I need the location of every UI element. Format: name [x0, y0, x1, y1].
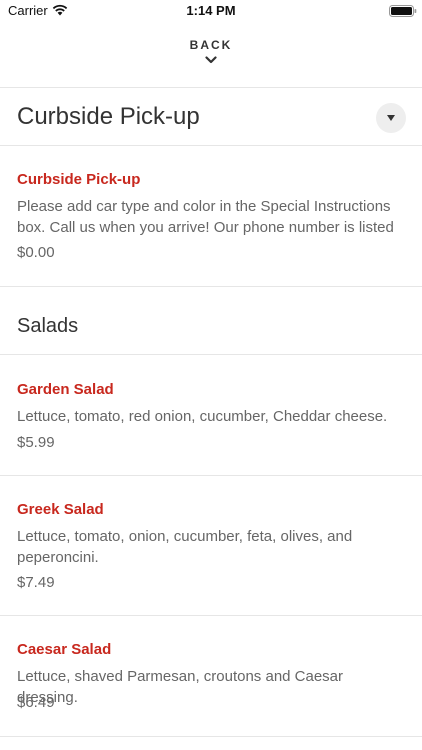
menu-item-caesar-salad[interactable]: Caesar Salad Lettuce, shaved Parmesan, c…	[0, 616, 422, 737]
item-price: $5.99	[17, 434, 55, 451]
nav-bar: BACK	[0, 24, 422, 88]
item-description: Lettuce, tomato, onion, cucumber, feta, …	[17, 528, 353, 566]
item-price: $6.49	[17, 694, 55, 711]
item-name: Garden Salad	[17, 381, 114, 398]
section-header-curbside: Curbside Pick-up	[0, 88, 422, 146]
item-description: Lettuce, tomato, red onion, cucumber, Ch…	[17, 408, 388, 425]
menu-item-greek-salad[interactable]: Greek Salad Lettuce, tomato, onion, cucu…	[0, 476, 422, 616]
item-price: $7.49	[17, 574, 55, 591]
section-header-salads: Salads	[0, 287, 422, 355]
chevron-down-icon	[205, 56, 217, 64]
section-title: Curbside Pick-up	[17, 103, 200, 130]
item-description: Please add car type and color in the Spe…	[17, 198, 394, 236]
section-title: Salads	[17, 315, 79, 337]
status-time: 1:14 PM	[186, 3, 236, 18]
item-price: $0.00	[17, 244, 55, 261]
caret-down-icon	[387, 115, 395, 121]
back-button[interactable]: BACK	[161, 38, 261, 78]
item-description: Lettuce, shaved Parmesan, croutons and C…	[17, 668, 344, 706]
back-label: BACK	[189, 38, 233, 52]
menu-item-curbside-pickup[interactable]: Curbside Pick-up Please add car type and…	[0, 146, 422, 287]
item-name: Curbside Pick-up	[17, 171, 141, 188]
battery-icon	[389, 5, 417, 17]
section-toggle-button[interactable]	[376, 103, 406, 133]
item-name: Greek Salad	[17, 501, 104, 518]
status-bar: Carrier 1:14 PM	[0, 0, 422, 24]
item-name: Caesar Salad	[17, 641, 112, 658]
menu-item-garden-salad[interactable]: Garden Salad Lettuce, tomato, red onion,…	[0, 355, 422, 476]
